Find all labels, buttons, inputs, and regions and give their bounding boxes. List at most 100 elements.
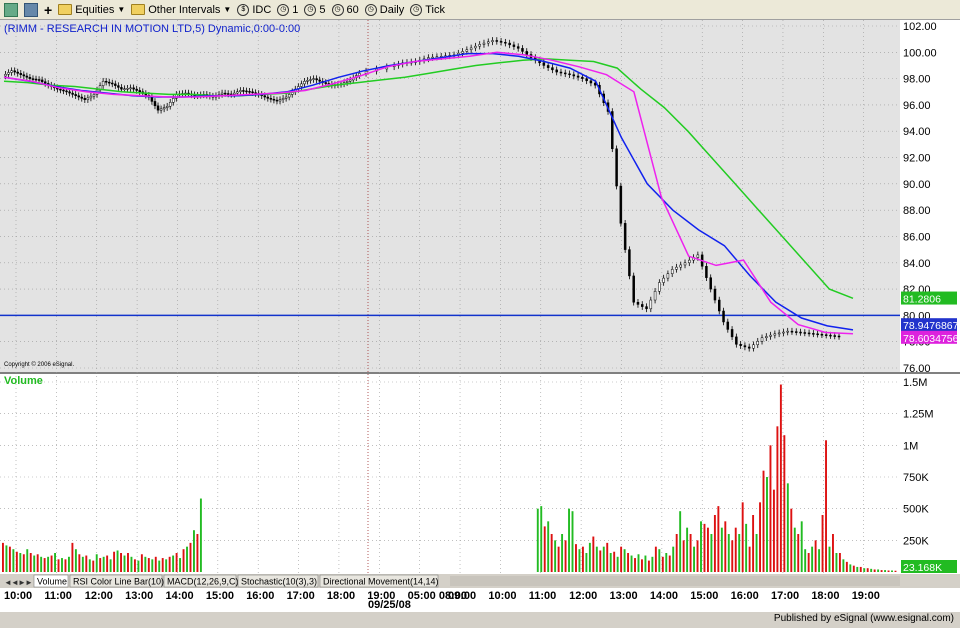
price-tick-label: 102.00 (903, 21, 937, 33)
candle-body (123, 88, 126, 90)
candle-body (19, 73, 23, 75)
equities-menu[interactable]: Equities ▼ (58, 4, 125, 16)
candle-body (521, 48, 524, 52)
chart-icon[interactable] (4, 2, 18, 17)
candle-body (559, 71, 563, 74)
time-tick-label: 11:00 (44, 590, 72, 602)
volume-bar (536, 508, 539, 572)
volume-bar (554, 540, 557, 572)
scroll-right-icon: ► (25, 578, 33, 587)
price-tick-label: 90.00 (903, 179, 931, 191)
candle-body (653, 291, 657, 301)
volume-bar (741, 502, 744, 572)
volume-bar (144, 556, 147, 572)
time-tick-label: 09:00 (448, 590, 476, 602)
candle-body (799, 331, 802, 334)
volume-bar (588, 542, 591, 572)
candle-body (114, 83, 117, 86)
copyright: Copyright © 2006 eSignal. (4, 361, 74, 368)
candle-body (111, 82, 114, 85)
candle-body (159, 108, 163, 111)
other-intervals-menu[interactable]: Other Intervals ▼ (131, 4, 231, 16)
volume-bar (877, 569, 880, 572)
candle-body (77, 95, 80, 98)
candle-body (786, 330, 789, 333)
volume-bar (186, 546, 188, 572)
volume-bar (668, 555, 671, 572)
volume-bar (26, 549, 29, 572)
candle-body (795, 331, 798, 333)
volume-bar (127, 553, 129, 572)
volume-bar (64, 559, 67, 572)
volume-tick-label: 250K (903, 535, 929, 547)
clock-icon: ◷ (277, 3, 290, 16)
volume-bar (12, 549, 15, 572)
candle-body (13, 70, 16, 73)
price-tick-label: 100.00 (903, 47, 937, 59)
volume-bar (95, 554, 98, 572)
candle-body (829, 334, 832, 337)
volume-bar (578, 549, 581, 572)
candle-body (226, 93, 230, 95)
price-tick-label: 92.00 (903, 153, 931, 165)
volume-bar (755, 534, 758, 572)
candle-body (37, 79, 41, 81)
volume-bar (766, 477, 768, 572)
candle-body (132, 87, 135, 90)
volume-bar (8, 546, 11, 572)
study-tabs[interactable]: ◄ ◄ ► ► Volume RSI Color Line Bar(10) MACD(12,… (0, 574, 960, 588)
candle-body (74, 94, 77, 96)
candle-body (10, 70, 13, 73)
interval-1[interactable]: ◷ 1 (277, 3, 298, 16)
candle-body (287, 94, 291, 98)
volume-bar (133, 559, 136, 572)
candle-body (168, 102, 172, 107)
interval-idc[interactable]: $ IDC (237, 3, 272, 16)
tick-label: Tick (425, 3, 445, 16)
volume-bar (717, 506, 720, 572)
volume-bar (543, 526, 546, 572)
candle-body (812, 333, 815, 335)
interval-5[interactable]: ◷ 5 (304, 3, 326, 16)
interval-60-label: 60 (346, 3, 359, 16)
volume-bar (29, 553, 32, 572)
add-icon[interactable]: + (44, 3, 52, 17)
volume-bar (873, 569, 876, 572)
candle-body (619, 185, 623, 224)
volume-bar (57, 559, 60, 572)
candle-body (807, 332, 811, 335)
time-tick-label: 19:00 (852, 590, 880, 602)
interval-daily[interactable]: ◷ Daily (364, 3, 404, 16)
candle-body (309, 79, 312, 81)
volume-bar (720, 527, 723, 572)
candle-body (491, 40, 494, 43)
candle-body (126, 88, 129, 90)
volume-bar (74, 549, 77, 572)
candle-body (269, 98, 273, 100)
chart-area[interactable]: 102.00 100.00 98.00 96.00 94.00 92.00 90.00 88.… (0, 20, 960, 612)
idc-label: IDC (252, 3, 272, 16)
time-tick-label: 16:00 (731, 590, 759, 602)
candle-body (709, 277, 712, 290)
time-tick-label: 11:00 (529, 590, 557, 602)
interval-60[interactable]: ◷ 60 (331, 3, 359, 16)
time-tick-label: 12:00 (569, 590, 597, 602)
volume-bar (679, 511, 682, 572)
candle-body (28, 77, 32, 79)
volume-bar (130, 556, 133, 572)
candle-body (31, 78, 35, 80)
volume-bar (880, 570, 883, 572)
volume-bar (151, 559, 154, 572)
properties-icon[interactable] (24, 2, 38, 17)
candle-body (564, 72, 567, 75)
price-badge-text: 81.2806 (903, 294, 941, 306)
candle-body (628, 249, 631, 277)
volume-bar (36, 554, 39, 572)
candle-body (683, 262, 687, 266)
date-label: 09/25/08 (368, 599, 411, 611)
time-tick-label: 16:00 (246, 590, 274, 602)
candle-body (43, 81, 47, 84)
interval-tick[interactable]: ◷ Tick (410, 3, 445, 16)
candle-body (713, 288, 717, 301)
folder-icon (58, 4, 73, 15)
